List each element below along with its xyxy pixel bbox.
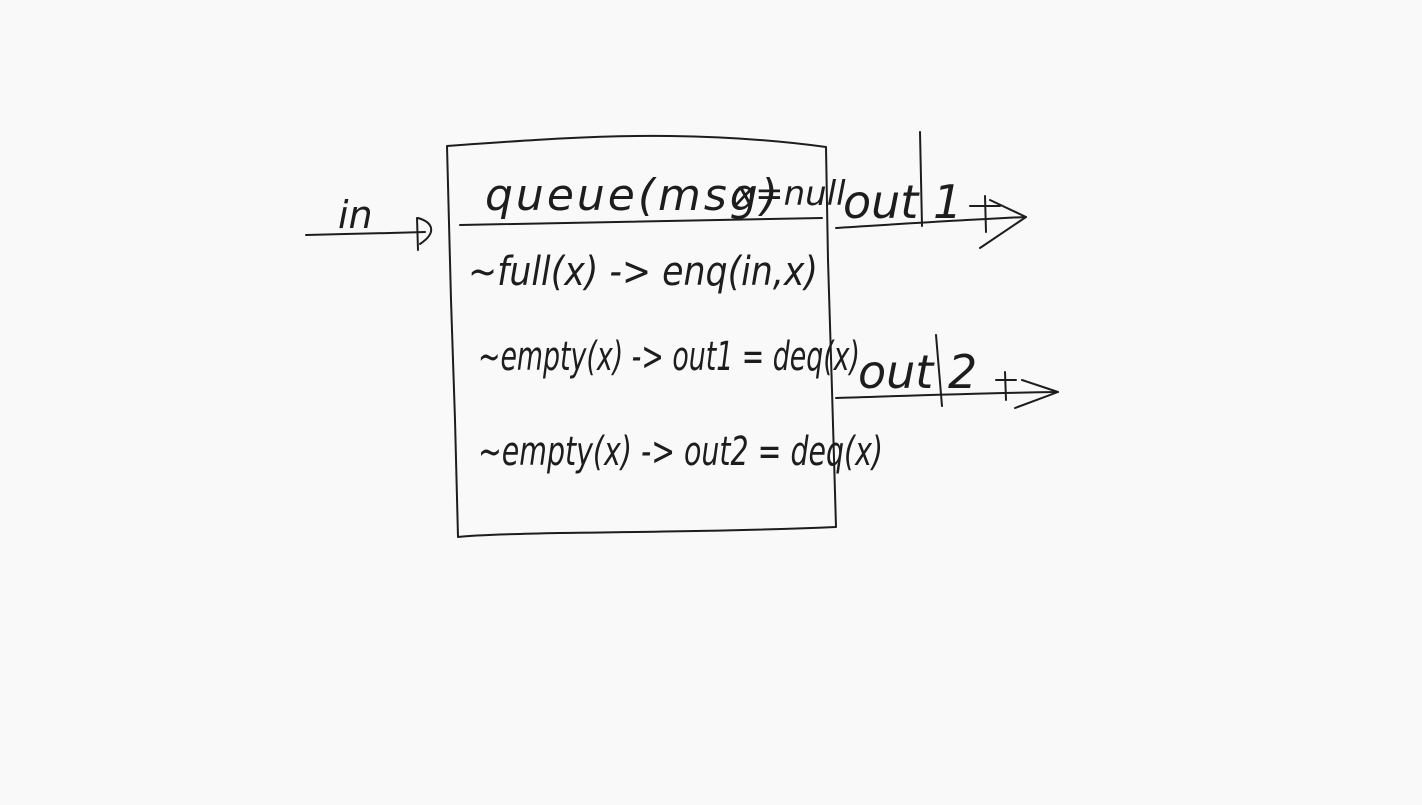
output-arrow-1-head [979, 199, 1027, 249]
input-arrow: in [305, 193, 432, 251]
rule-out2: ~empty(x) -> out2 = deq(x) [478, 429, 883, 475]
queue-diagram: in queue(msg) x=null ~full(x) -> enq(in,… [305, 131, 1059, 538]
output-arrow-2-head [1014, 379, 1059, 409]
output-arrow-1-tick [969, 195, 1001, 233]
whiteboard-canvas: in queue(msg) x=null ~full(x) -> enq(in,… [0, 0, 1422, 800]
output-arrow-2: out 2 [835, 334, 1059, 409]
rule-enqueue: ~full(x) -> enq(in,x) [468, 249, 818, 295]
output-arrow-2-tick [995, 371, 1017, 401]
output-label-1: out 1 [843, 175, 962, 229]
output-arrow-1: out 1 [835, 131, 1027, 249]
rule-out1: ~empty(x) -> out1 = deq(x) [478, 334, 860, 380]
init-label: x=null [734, 174, 846, 214]
input-arrow-head [416, 217, 432, 251]
output-label-2: out 2 [858, 345, 977, 399]
input-label: in [338, 193, 373, 237]
